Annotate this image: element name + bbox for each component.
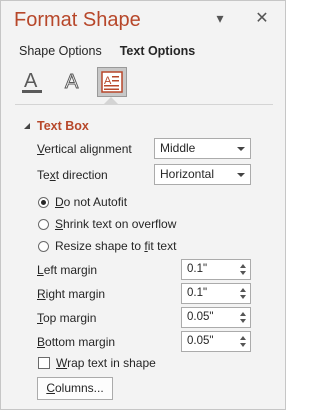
text-effects-icon[interactable]: A <box>58 67 88 97</box>
spin-down-icon[interactable] <box>240 295 246 299</box>
pane-options-chevron-icon[interactable]: ▾ <box>211 9 229 27</box>
spin-up-icon[interactable] <box>240 336 246 340</box>
wrap-text-checkbox[interactable] <box>38 357 50 369</box>
top-margin-label: Top margin <box>37 311 97 325</box>
svg-text:A: A <box>24 70 38 92</box>
spin-up-icon[interactable] <box>240 312 246 316</box>
options-tabs: Shape Options Text Options <box>19 44 195 58</box>
radio-label: Resize shape to fit text <box>55 239 177 253</box>
section-header-text-box[interactable]: Text Box <box>23 119 89 133</box>
format-category-icons: A A A <box>17 67 127 97</box>
textbox-icon[interactable]: A <box>97 67 127 97</box>
right-margin-label: Right margin <box>37 287 106 301</box>
spin-up-icon[interactable] <box>240 288 246 292</box>
selected-category-pointer <box>104 97 118 104</box>
radio-button[interactable] <box>38 240 49 252</box>
columns-button[interactable]: Columns... <box>37 377 113 400</box>
radio-resize-shape-to-fit-text[interactable]: Resize shape to fit text <box>38 239 176 253</box>
wrap-text-label: Wrap text in shape <box>56 356 156 370</box>
bottom-margin-value: 0.05" <box>187 335 214 347</box>
vertical-alignment-label: Vertical alignment <box>37 142 132 156</box>
left-margin-value: 0.1" <box>187 263 208 275</box>
left-margin-label: Left margin <box>37 263 98 277</box>
tab-shape-options[interactable]: Shape Options <box>19 44 102 58</box>
svg-text:A: A <box>65 71 79 93</box>
spin-up-icon[interactable] <box>240 264 246 268</box>
dropdown-arrow-icon <box>237 147 245 151</box>
top-margin-spinner[interactable]: 0.05" <box>181 307 251 328</box>
text-direction-dropdown[interactable]: Horizontal <box>154 164 251 185</box>
radio-do-not-autofit[interactable]: Do not Autofit <box>38 195 127 209</box>
radio-button[interactable] <box>38 218 49 230</box>
right-margin-value: 0.1" <box>187 287 208 299</box>
top-margin-value: 0.05" <box>187 311 214 323</box>
pane-title: Format Shape <box>14 9 141 31</box>
right-margin-spinner[interactable]: 0.1" <box>181 283 251 304</box>
text-direction-label: Text direction <box>37 168 108 182</box>
format-shape-pane: Format Shape ▾ ✕ Shape Options Text Opti… <box>0 0 286 410</box>
radio-button-selected[interactable] <box>38 196 49 208</box>
collapse-triangle-icon <box>24 123 30 129</box>
bottom-margin-label: Bottom margin <box>37 335 116 349</box>
section-label: Text Box <box>37 119 89 133</box>
vertical-alignment-dropdown[interactable]: Middle <box>154 138 251 159</box>
divider <box>15 104 273 105</box>
spin-down-icon[interactable] <box>240 343 246 347</box>
vertical-alignment-value: Middle <box>160 141 196 155</box>
spin-down-icon[interactable] <box>240 271 246 275</box>
text-fill-outline-icon[interactable]: A <box>17 67 47 97</box>
radio-shrink-text-on-overflow[interactable]: Shrink text on overflow <box>38 217 176 231</box>
close-icon[interactable]: ✕ <box>253 9 271 27</box>
text-direction-value: Horizontal <box>160 167 215 181</box>
dropdown-arrow-icon <box>237 173 245 177</box>
tab-text-options[interactable]: Text Options <box>120 44 195 58</box>
left-margin-spinner[interactable]: 0.1" <box>181 259 251 280</box>
wrap-text-in-shape-checkbox-row[interactable]: Wrap text in shape <box>38 356 156 370</box>
bottom-margin-spinner[interactable]: 0.05" <box>181 331 251 352</box>
radio-label: Shrink text on overflow <box>55 217 177 231</box>
spin-down-icon[interactable] <box>240 319 246 323</box>
radio-label: Do not Autofit <box>55 195 128 209</box>
